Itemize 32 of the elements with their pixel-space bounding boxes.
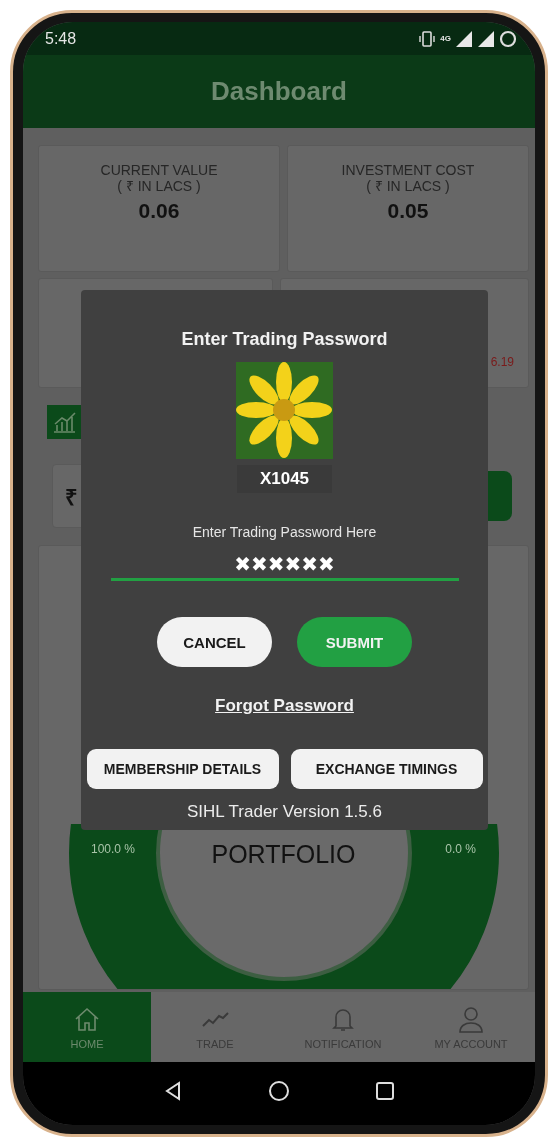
version-text: SIHL Trader Version 1.5.6 bbox=[187, 802, 382, 822]
currency-symbol: ₹ bbox=[65, 484, 78, 511]
vibrate-icon bbox=[418, 29, 437, 48]
signal-icon bbox=[477, 29, 495, 48]
screen-title: Dashboard bbox=[211, 76, 347, 107]
change-value: 6.19 bbox=[490, 355, 514, 369]
dialog-title: Enter Trading Password bbox=[181, 328, 388, 350]
forgot-password-link[interactable]: Forgot Password bbox=[215, 695, 354, 717]
nav-label: HOME bbox=[70, 1038, 104, 1050]
recents-icon[interactable] bbox=[374, 1079, 396, 1102]
home-icon[interactable] bbox=[268, 1079, 290, 1102]
info-button[interactable]: MEMBERSHIP DETAILS bbox=[86, 749, 279, 789]
signal-icon bbox=[455, 29, 473, 48]
bar-chart-icon bbox=[47, 405, 81, 439]
battery-icon bbox=[499, 29, 517, 48]
network-type: 4G bbox=[440, 34, 451, 43]
percent-label: 0.0 % bbox=[445, 842, 476, 856]
status-time: 5:48 bbox=[45, 29, 77, 48]
field-label: Enter Trading Password Here bbox=[192, 523, 377, 541]
percent-label: 100.0 % bbox=[91, 842, 136, 856]
card-value: 0.06 bbox=[138, 199, 180, 223]
info-button[interactable]: EXCHANGE TIMINGS bbox=[290, 749, 483, 789]
cancel-button[interactable]: CANCEL bbox=[157, 617, 272, 667]
card-unit: ( ₹ IN LACS ) bbox=[366, 178, 450, 194]
password-field[interactable]: ✖✖✖✖✖✖ bbox=[110, 549, 459, 581]
card-label: CURRENT VALUE bbox=[100, 162, 218, 178]
card-value: 0.05 bbox=[387, 199, 429, 223]
portfolio-label: PORTFOLIO bbox=[211, 840, 356, 869]
card-label: INVESTMENT COST bbox=[341, 162, 475, 178]
card-unit: ( ₹ IN LACS ) bbox=[117, 178, 201, 194]
person-icon bbox=[456, 1004, 486, 1034]
user-id: X1045 bbox=[237, 465, 332, 493]
